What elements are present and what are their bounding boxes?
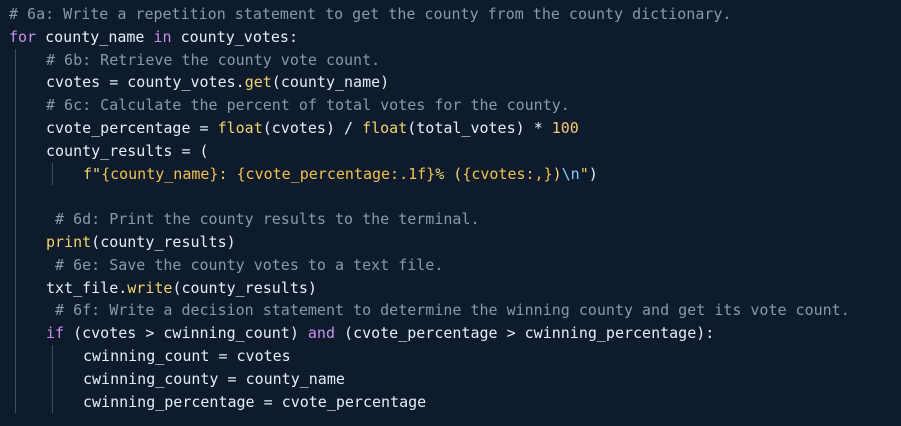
code-comment-line: # 6c: Calculate the percent of total vot… [0, 94, 901, 117]
indent-guide [52, 367, 53, 391]
code-text: # 6b: Retrieve the county vote count. [46, 50, 381, 69]
indent-guide [15, 322, 16, 345]
indent-guide [15, 276, 16, 300]
code-line: cvotes = county_votes.get(county_name) [0, 71, 901, 95]
code-text: county_results = ( [46, 141, 209, 160]
code-line: print(county_results) [0, 230, 901, 254]
code-editor[interactable]: # 6a: Write a repetition statement to ge… [0, 0, 901, 426]
code-line: cwinning_count = cvotes [0, 344, 901, 368]
code-text: # 6f: Write a decision statement to dete… [46, 301, 850, 320]
code-comment-line: # 6f: Write a decision statement to dete… [0, 299, 901, 323]
indent-guide [15, 139, 16, 163]
indent-guide [15, 185, 16, 209]
indent-guide [15, 367, 16, 391]
indent-guide [15, 116, 16, 140]
code-line: if (cvotes > cwinning_count) and (cvote_… [0, 322, 901, 345]
code-comment-line: # 6d: Print the county results to the te… [0, 208, 901, 231]
code-text: # 6c: Calculate the percent of total vot… [46, 96, 570, 115]
indent-guide [15, 94, 16, 117]
code-text: if (cvotes > cwinning_count) and (cvote_… [46, 324, 715, 343]
indent-guide [15, 253, 16, 277]
code-text: cwinning_percentage = cvote_percentage [83, 392, 427, 411]
code-line [0, 185, 901, 209]
code-line: county_results = ( [0, 139, 901, 163]
indent-guide [52, 344, 53, 368]
code-text: cvotes = county_votes.get(county_name) [46, 73, 390, 92]
indent-guide [15, 344, 16, 368]
code-line: cwinning_percentage = cvote_percentage [0, 390, 901, 414]
indent-guide [52, 390, 53, 414]
code-text: # 6d: Print the county results to the te… [46, 210, 480, 229]
code-comment-line: # 6b: Retrieve the county vote count. [0, 48, 901, 72]
code-text: cvote_percentage = float(cvotes) / float… [46, 118, 579, 137]
indent-guide [15, 299, 16, 323]
code-line: f"{county_name}: {cvote_percentage:.1f}%… [0, 162, 901, 186]
code-comment-line: # 6a: Write a repetition statement to ge… [0, 3, 901, 26]
code-text: for county_name in county_votes: [9, 27, 298, 46]
code-line: cvote_percentage = float(cvotes) / float… [0, 116, 901, 140]
indent-guide [15, 390, 16, 414]
code-comment-line: # 6e: Save the county votes to a text fi… [0, 253, 901, 277]
code-text: print(county_results) [46, 232, 236, 251]
code-text: cwinning_county = county_name [83, 369, 345, 388]
indent-guide [15, 162, 16, 186]
code-text: cwinning_count = cvotes [83, 346, 291, 365]
indent-guide [15, 208, 16, 231]
indent-guide [15, 230, 16, 254]
indent-guide [52, 162, 53, 186]
code-text: # 6a: Write a repetition statement to ge… [9, 5, 732, 23]
code-line: for county_name in county_votes: [0, 26, 901, 49]
indent-guide [15, 71, 16, 95]
code-line: cwinning_county = county_name [0, 367, 901, 391]
code-text: # 6e: Save the county votes to a text fi… [46, 255, 444, 274]
code-text: txt_file.write(county_results) [46, 278, 317, 297]
indent-guide [15, 48, 16, 72]
code-text: f"{county_name}: {cvote_percentage:.1f}%… [83, 164, 598, 183]
code-line: txt_file.write(county_results) [0, 276, 901, 300]
